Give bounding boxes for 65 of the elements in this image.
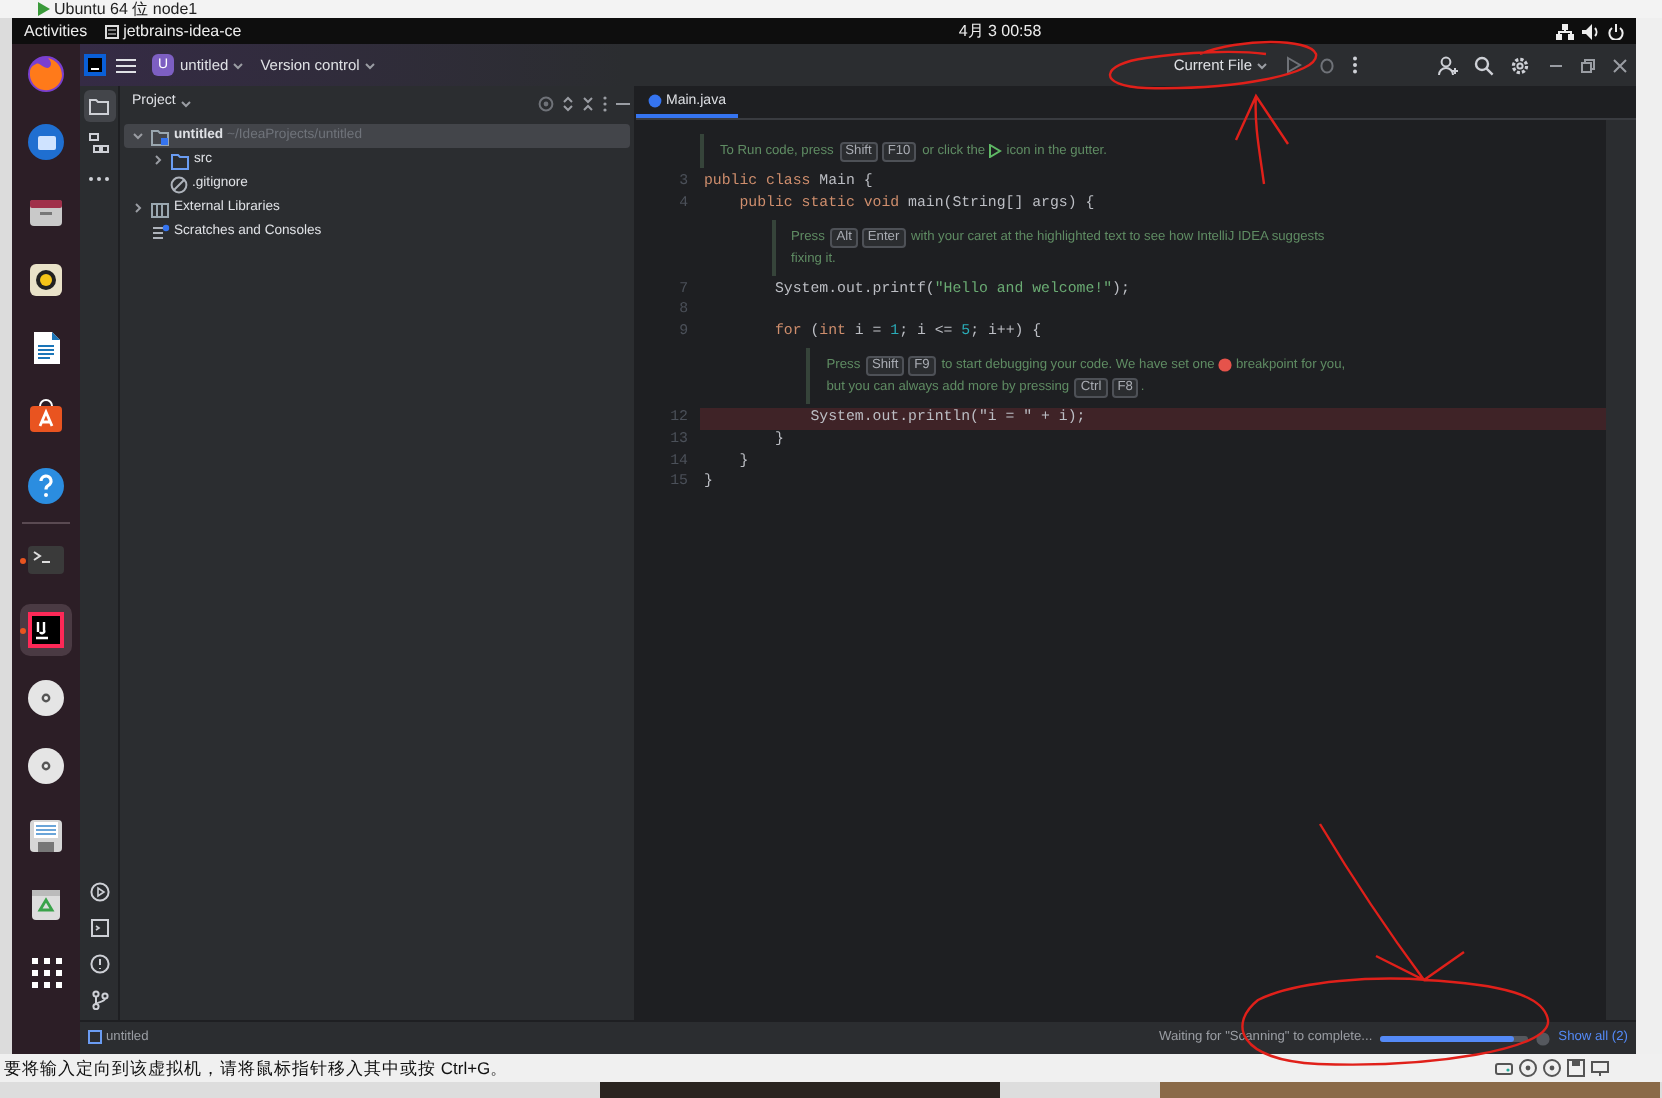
app-window-icon — [103, 23, 120, 39]
power-icon[interactable] — [1608, 23, 1624, 39]
more-icon — [88, 175, 110, 181]
more-vertical-icon[interactable] — [602, 95, 608, 111]
breakpoint-icon — [1218, 357, 1233, 372]
firefox-icon — [26, 54, 66, 94]
caret-icon — [1256, 61, 1268, 69]
chevron-right-icon — [152, 154, 164, 166]
folder-icon — [170, 151, 190, 169]
network-icon[interactable] — [1556, 23, 1574, 39]
chevron-right-icon — [132, 202, 144, 214]
running-indicator — [20, 627, 26, 634]
target-icon[interactable] — [538, 95, 554, 111]
add-user-button[interactable] — [1432, 52, 1464, 77]
expand-icon[interactable] — [562, 95, 574, 111]
restore-icon[interactable] — [1580, 57, 1596, 73]
module-icon — [88, 1030, 102, 1045]
main-menu-button[interactable] — [110, 53, 142, 77]
library-icon — [150, 199, 170, 217]
disc-icon[interactable] — [1518, 1058, 1538, 1078]
app-name[interactable]: jetbrains-idea-ce — [123, 19, 242, 43]
dock-item[interactable] — [20, 603, 72, 656]
settings-icon — [1510, 55, 1530, 75]
network-icon[interactable] — [1590, 1058, 1610, 1078]
class-file-icon — [648, 93, 662, 107]
play-icon — [1284, 56, 1302, 75]
play-icon — [988, 143, 1003, 158]
cancel-icon[interactable] — [1536, 1031, 1551, 1045]
caret-icon — [232, 61, 245, 69]
structure-icon — [88, 131, 110, 153]
activities-button[interactable]: Activities — [24, 19, 88, 43]
shopping-bag-icon — [26, 396, 66, 437]
collapse-icon[interactable] — [582, 95, 594, 111]
host-message: 要将输入定向到该虚拟机，请将鼠标指针移入其中或按 Ctrl+G。 — [4, 1056, 509, 1082]
ignore-file-icon — [170, 175, 188, 193]
menu-icon — [116, 57, 136, 74]
play-circle-icon — [89, 882, 109, 902]
clock[interactable]: 4月 3 00:58 — [958, 21, 1042, 39]
folder-icon — [88, 96, 110, 116]
envelope-bird-icon — [26, 122, 66, 163]
warning-circle-icon — [89, 954, 109, 974]
host-window-title: Ubuntu 64 位 node1 — [54, 0, 198, 18]
chevron-down-icon — [132, 130, 144, 142]
running-indicator — [20, 558, 26, 565]
intellij-icon — [26, 609, 66, 650]
caret-icon — [363, 61, 376, 69]
folder-icon — [150, 127, 170, 145]
close-icon[interactable] — [1612, 57, 1628, 73]
speaker-icon — [26, 259, 66, 300]
ide-logo-icon — [84, 54, 106, 76]
volume-icon[interactable] — [1582, 23, 1600, 39]
person-plus-icon — [1438, 55, 1458, 75]
search-icon — [1474, 55, 1494, 75]
tool-window-button[interactable] — [83, 90, 115, 122]
scratch-file-icon — [150, 223, 170, 241]
branch-icon — [89, 990, 109, 1010]
more-vertical-icon — [1352, 56, 1358, 75]
disc-icon[interactable] — [1542, 1058, 1562, 1078]
disc-icon — [26, 677, 66, 718]
disc-icon — [26, 746, 66, 787]
caret-icon — [179, 99, 192, 107]
bug-icon — [1318, 56, 1336, 75]
scrollbar-track[interactable] — [1606, 120, 1636, 1020]
help-icon — [26, 465, 66, 506]
terminal-icon — [89, 918, 109, 938]
